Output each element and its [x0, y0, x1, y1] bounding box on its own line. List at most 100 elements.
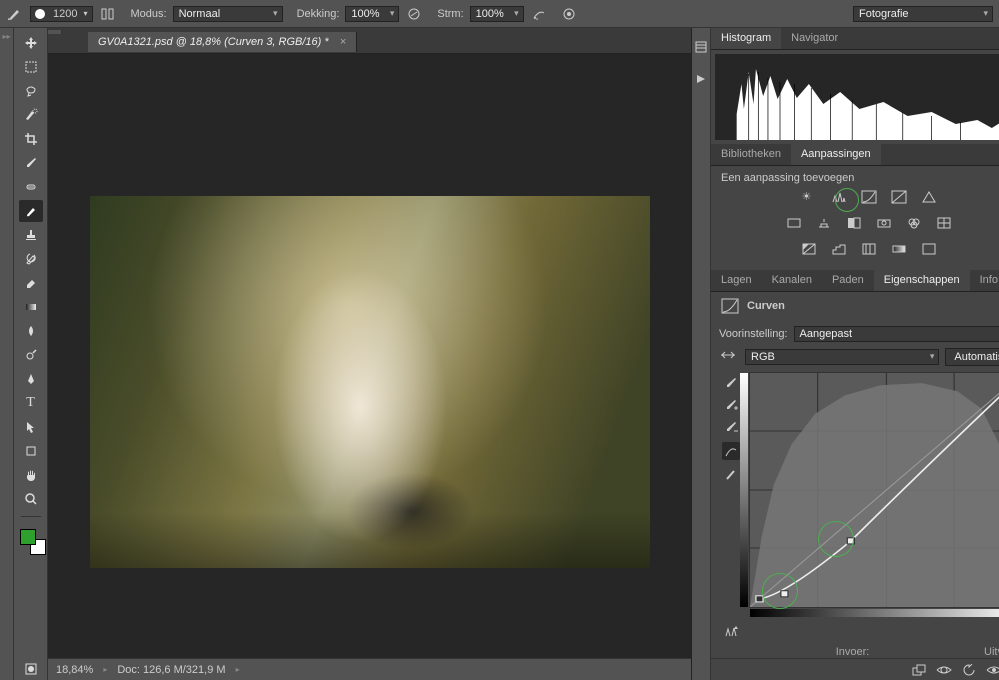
- document-tab[interactable]: GV0A1321.psd @ 18,8% (Curven 3, RGB/16) …: [88, 32, 357, 52]
- histogram-panel-tabs: Histogram Navigator ▾≡: [711, 28, 999, 50]
- photo-filter-icon[interactable]: [876, 216, 896, 234]
- color-lookup-icon[interactable]: [936, 216, 956, 234]
- crop-tool[interactable]: [19, 128, 43, 150]
- airbrush-icon[interactable]: [530, 5, 548, 23]
- pen-tool[interactable]: [19, 368, 43, 390]
- auto-button[interactable]: Automatisch: [945, 348, 999, 366]
- brush-preview[interactable]: 1200▾: [30, 6, 93, 22]
- eyedropper-tool[interactable]: [19, 152, 43, 174]
- toolbar-collapse[interactable]: ▸▸: [0, 28, 14, 680]
- opacity-label: Dekking:: [297, 8, 340, 20]
- vibrance-icon[interactable]: [921, 190, 941, 208]
- preset-select[interactable]: Aangepast: [794, 326, 999, 342]
- threshold-icon[interactable]: [861, 242, 881, 260]
- color-swatch[interactable]: [20, 529, 42, 551]
- hand-tool[interactable]: [19, 464, 43, 486]
- selective-color-icon[interactable]: [921, 242, 941, 260]
- status-bar: 18,84% ▸ Doc: 126,6 M/321,9 M ▸: [48, 658, 691, 680]
- channel-mixer-icon[interactable]: [906, 216, 926, 234]
- document-image: [90, 196, 650, 568]
- zoom-tool[interactable]: [19, 488, 43, 510]
- tool-preset-icon[interactable]: [6, 5, 24, 23]
- curves-graph[interactable]: [749, 372, 999, 608]
- doc-size: Doc: 126,6 M/321,9 M: [117, 664, 225, 676]
- gradient-tool[interactable]: [19, 296, 43, 318]
- posterize-icon[interactable]: [831, 242, 851, 260]
- tab-info[interactable]: Info: [970, 270, 999, 291]
- shape-tool[interactable]: [19, 440, 43, 462]
- brightness-icon[interactable]: ☀: [801, 190, 821, 208]
- hue-icon[interactable]: [786, 216, 806, 234]
- tabbar-collapse[interactable]: [48, 30, 62, 34]
- exposure-icon[interactable]: [891, 190, 911, 208]
- curves-mode-icon[interactable]: [719, 348, 739, 366]
- add-adjustment-label: Een aanpassing toevoegen: [711, 166, 999, 186]
- sampler-minus-icon[interactable]: [724, 420, 738, 434]
- history-panel-icon[interactable]: [692, 38, 710, 56]
- zoom-arrow-icon[interactable]: ▸: [103, 665, 107, 674]
- path-select-tool[interactable]: [19, 416, 43, 438]
- input-gradient: [750, 609, 999, 617]
- document-tab-title: GV0A1321.psd @ 18,8% (Curven 3, RGB/16) …: [98, 36, 329, 48]
- levels-icon[interactable]: [831, 190, 851, 208]
- visibility-icon[interactable]: [986, 664, 999, 676]
- bw-icon[interactable]: [846, 216, 866, 234]
- brush-tool[interactable]: [19, 200, 43, 222]
- reset-icon[interactable]: [962, 664, 976, 676]
- canvas[interactable]: 18,84% ▸ Doc: 126,6 M/321,9 M ▸: [48, 54, 691, 680]
- eraser-tool[interactable]: [19, 272, 43, 294]
- actions-panel-icon[interactable]: [692, 70, 710, 88]
- view-previous-icon[interactable]: [936, 664, 952, 676]
- preset-label: Voorinstelling:: [719, 328, 788, 340]
- channel-select[interactable]: RGB: [745, 349, 939, 365]
- output-gradient: [740, 373, 748, 607]
- opacity-pressure-icon[interactable]: [405, 5, 423, 23]
- sampler-icon[interactable]: [724, 376, 738, 390]
- brush-panel-icon[interactable]: [99, 5, 117, 23]
- curves-icon[interactable]: [861, 190, 881, 208]
- dodge-tool[interactable]: [19, 344, 43, 366]
- tab-navigator[interactable]: Navigator: [781, 28, 848, 49]
- properties-footer: [711, 658, 999, 680]
- tab-layers[interactable]: Lagen: [711, 270, 762, 291]
- gradient-map-icon[interactable]: [891, 242, 911, 260]
- tab-histogram[interactable]: Histogram: [711, 28, 781, 49]
- blend-mode-select[interactable]: Normaal: [173, 6, 283, 22]
- clip-warning-icon[interactable]: [724, 624, 738, 638]
- tab-adjustments[interactable]: Aanpassingen: [791, 144, 881, 165]
- properties-panel-tabs: Lagen Kanalen Paden Eigenschappen Info ▾…: [711, 270, 999, 292]
- edit-points-icon[interactable]: [722, 442, 740, 460]
- lasso-tool[interactable]: [19, 80, 43, 102]
- brush-size-value: 1200: [53, 8, 77, 20]
- history-brush-tool[interactable]: [19, 248, 43, 270]
- workspace-select[interactable]: Fotografie: [853, 6, 993, 22]
- move-tool[interactable]: [19, 32, 43, 54]
- draw-curve-icon[interactable]: [724, 468, 738, 482]
- opacity-select[interactable]: 100%: [345, 6, 399, 22]
- tab-channels[interactable]: Kanalen: [762, 270, 822, 291]
- healing-tool[interactable]: [19, 176, 43, 198]
- close-tab-icon[interactable]: ×: [340, 36, 346, 48]
- input-label: Invoer:: [836, 646, 870, 658]
- quick-select-tool[interactable]: [19, 104, 43, 126]
- blur-tool[interactable]: [19, 320, 43, 342]
- stamp-tool[interactable]: [19, 224, 43, 246]
- mode-label: Modus:: [131, 8, 167, 20]
- tab-paths[interactable]: Paden: [822, 270, 874, 291]
- quickmask-toggle[interactable]: [19, 658, 43, 680]
- brush-dot-icon: [35, 9, 45, 19]
- clip-layer-icon[interactable]: [912, 664, 926, 676]
- type-tool[interactable]: T: [19, 392, 43, 414]
- properties-header: Curven: [711, 292, 999, 320]
- size-pressure-icon[interactable]: [560, 5, 578, 23]
- flow-select[interactable]: 100%: [470, 6, 524, 22]
- invert-icon[interactable]: [801, 242, 821, 260]
- tab-libraries[interactable]: Bibliotheken: [711, 144, 791, 165]
- sampler-plus-icon[interactable]: [724, 398, 738, 412]
- options-bar: 1200▾ Modus: Normaal Dekking: 100% Strm:…: [0, 0, 999, 28]
- color-balance-icon[interactable]: [816, 216, 836, 234]
- tab-properties[interactable]: Eigenschappen: [874, 270, 970, 291]
- status-arrow-icon[interactable]: ▸: [236, 665, 240, 674]
- marquee-tool[interactable]: [19, 56, 43, 78]
- zoom-value[interactable]: 18,84%: [56, 664, 93, 676]
